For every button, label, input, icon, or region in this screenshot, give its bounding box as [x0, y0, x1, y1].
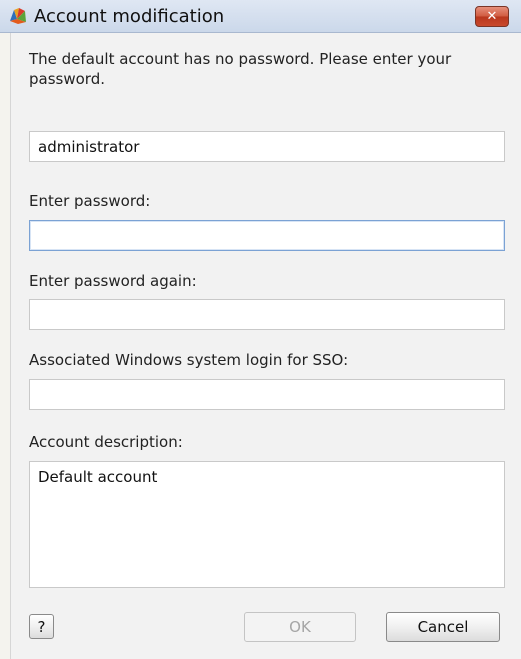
account-description-label: Account description:	[29, 433, 183, 451]
username-field[interactable]	[29, 131, 505, 162]
intro-text: The default account has no password. Ple…	[29, 50, 452, 88]
password-again-field[interactable]	[29, 299, 505, 330]
password-label: Enter password:	[29, 192, 151, 210]
sso-login-label: Associated Windows system login for SSO:	[29, 351, 349, 369]
close-icon: ✕	[486, 9, 498, 24]
cancel-button[interactable]: Cancel	[386, 612, 500, 642]
ok-button[interactable]: OK	[244, 612, 356, 642]
help-button[interactable]: ?	[29, 614, 54, 639]
password-again-label: Enter password again:	[29, 272, 197, 290]
password-field[interactable]	[29, 220, 505, 251]
account-description-field[interactable]: Default account	[29, 461, 505, 588]
window-title: Account modification	[34, 6, 225, 27]
title-bar[interactable]: Account modification ✕	[0, 0, 521, 33]
sso-login-field[interactable]	[29, 379, 505, 410]
close-button[interactable]: ✕	[475, 6, 509, 27]
account-modification-dialog: Account modification ✕ The default accou…	[0, 0, 521, 659]
avg-logo-icon	[10, 8, 26, 24]
